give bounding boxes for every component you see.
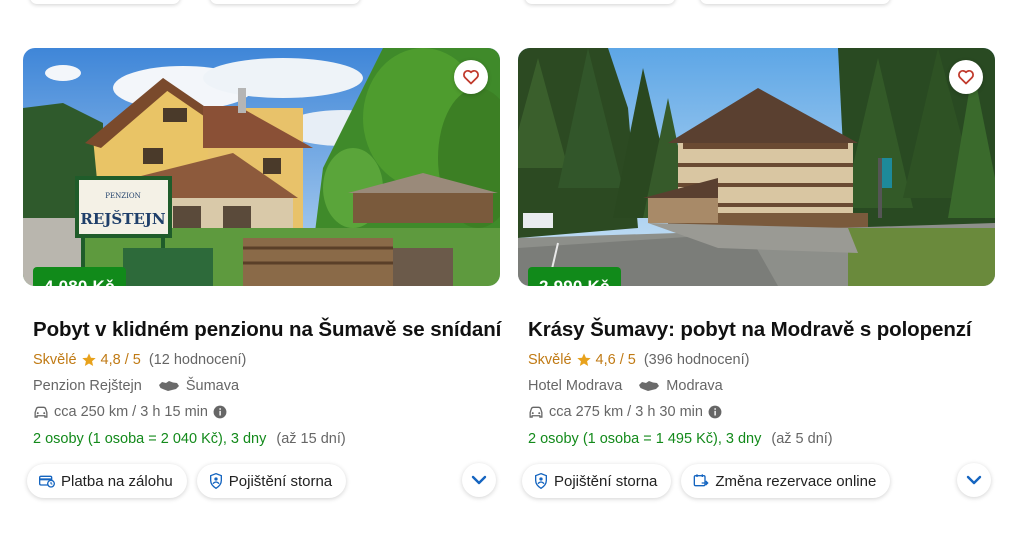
- star-icon: [576, 353, 591, 366]
- chip-online-booking-change[interactable]: Změna rezervace online: [681, 464, 891, 498]
- drive-info: cca 250 km / 3 h 15 min: [23, 404, 500, 420]
- sign-small-text: PENZION: [105, 192, 140, 200]
- star-icon: [81, 353, 96, 366]
- penzion-photo: PENZION REJŠTEJN: [23, 48, 500, 286]
- previous-row-chip: [525, 0, 675, 4]
- rating-count: (396 hodnocení): [643, 352, 750, 368]
- card-clock-icon: [39, 475, 55, 488]
- hotel-modrava-photo: [518, 48, 995, 286]
- info-icon[interactable]: [708, 405, 722, 419]
- previous-row-chip: [700, 0, 890, 4]
- availability-text: (až 5 dní): [771, 431, 833, 447]
- offer-photo[interactable]: PENZION REJŠTEJN 4 080 Kč: [23, 48, 500, 286]
- price-badge: 2 990 Kč: [528, 267, 621, 286]
- car-icon: [34, 406, 48, 418]
- offer-card[interactable]: 2 990 Kč Krásy Šumavy: pobyt na Modravě …: [518, 48, 995, 499]
- heart-icon: [958, 69, 974, 85]
- drive-text: cca 275 km / 3 h 30 min: [549, 404, 703, 420]
- czech-map-icon: [158, 381, 179, 391]
- info-icon[interactable]: [213, 405, 227, 419]
- czech-map-icon: [639, 381, 660, 391]
- offer-card[interactable]: PENZION REJŠTEJN 4 080 Kč Pobyt v klidné…: [23, 48, 501, 499]
- persons-text: 2 osoby (1 osoba = 1 495 Kč), 3 dny: [528, 431, 762, 447]
- chip-cancellation-insurance[interactable]: Pojištění storna: [196, 464, 347, 498]
- availability-text: (až 15 dní): [276, 431, 346, 447]
- rating-word: Skvělé: [33, 352, 77, 368]
- chip-label: Změna rezervace online: [715, 472, 877, 490]
- hotel-meta: Penzion Rejštejn Šumava: [23, 378, 500, 394]
- persons-text: 2 osoby (1 osoba = 2 040 Kč), 3 dny: [33, 431, 267, 447]
- previous-row-chip: [30, 0, 180, 4]
- feature-chips: Pojištění storna Změna rezervace online: [518, 463, 995, 499]
- expand-button[interactable]: [957, 463, 991, 497]
- persons-info: 2 osoby (1 osoba = 2 040 Kč), 3 dny (až …: [23, 431, 500, 447]
- drive-text: cca 250 km / 3 h 15 min: [54, 404, 208, 420]
- chevron-down-icon: [966, 475, 982, 485]
- rating-score: 4,6 / 5: [595, 352, 636, 368]
- rating-count: (12 hodnocení): [148, 352, 247, 368]
- offer-photo[interactable]: 2 990 Kč: [518, 48, 995, 286]
- chevron-down-icon: [471, 475, 487, 485]
- feature-chips: Platba na zálohu Pojištění storna: [23, 463, 500, 499]
- chip-cancellation-insurance[interactable]: Pojištění storna: [522, 464, 672, 498]
- hotel-meta: Hotel Modrava Modrava: [518, 378, 995, 394]
- location-name: Modrava: [666, 378, 723, 394]
- offer-title[interactable]: Pobyt v klidném penzionu na Šumavě se sn…: [23, 318, 501, 342]
- drive-info: cca 275 km / 3 h 30 min: [518, 404, 995, 420]
- chip-label: Pojištění storna: [554, 472, 658, 490]
- heart-icon: [463, 69, 479, 85]
- car-icon: [529, 406, 543, 418]
- sign-big-text: REJŠTEJN: [80, 210, 166, 228]
- chip-label: Pojištění storna: [228, 472, 333, 490]
- shield-person-icon: [535, 473, 547, 489]
- location-name: Šumava: [185, 378, 240, 394]
- rating-score: 4,8 / 5: [100, 352, 141, 368]
- rating-row: Skvělé 4,8 / 5 (12 hodnocení): [23, 352, 500, 368]
- shield-person-icon: [209, 473, 222, 489]
- calendar-swap-icon: [694, 474, 710, 487]
- favorite-button[interactable]: [949, 60, 983, 94]
- persons-info: 2 osoby (1 osoba = 1 495 Kč), 3 dny (až …: [518, 431, 995, 447]
- favorite-button[interactable]: [454, 60, 488, 94]
- previous-row-chip: [210, 0, 360, 4]
- price-badge: 4 080 Kč: [33, 267, 126, 286]
- offer-title[interactable]: Krásy Šumavy: pobyt na Modravě s polopen…: [518, 318, 995, 342]
- hotel-name: Hotel Modrava: [528, 378, 623, 394]
- expand-button[interactable]: [462, 463, 496, 497]
- rating-word: Skvělé: [528, 352, 572, 368]
- chip-deposit-payment[interactable]: Platba na zálohu: [27, 464, 187, 498]
- rating-row: Skvělé 4,6 / 5 (396 hodnocení): [518, 352, 995, 368]
- chip-label: Platba na zálohu: [61, 472, 173, 490]
- hotel-name: Penzion Rejštejn: [33, 378, 142, 394]
